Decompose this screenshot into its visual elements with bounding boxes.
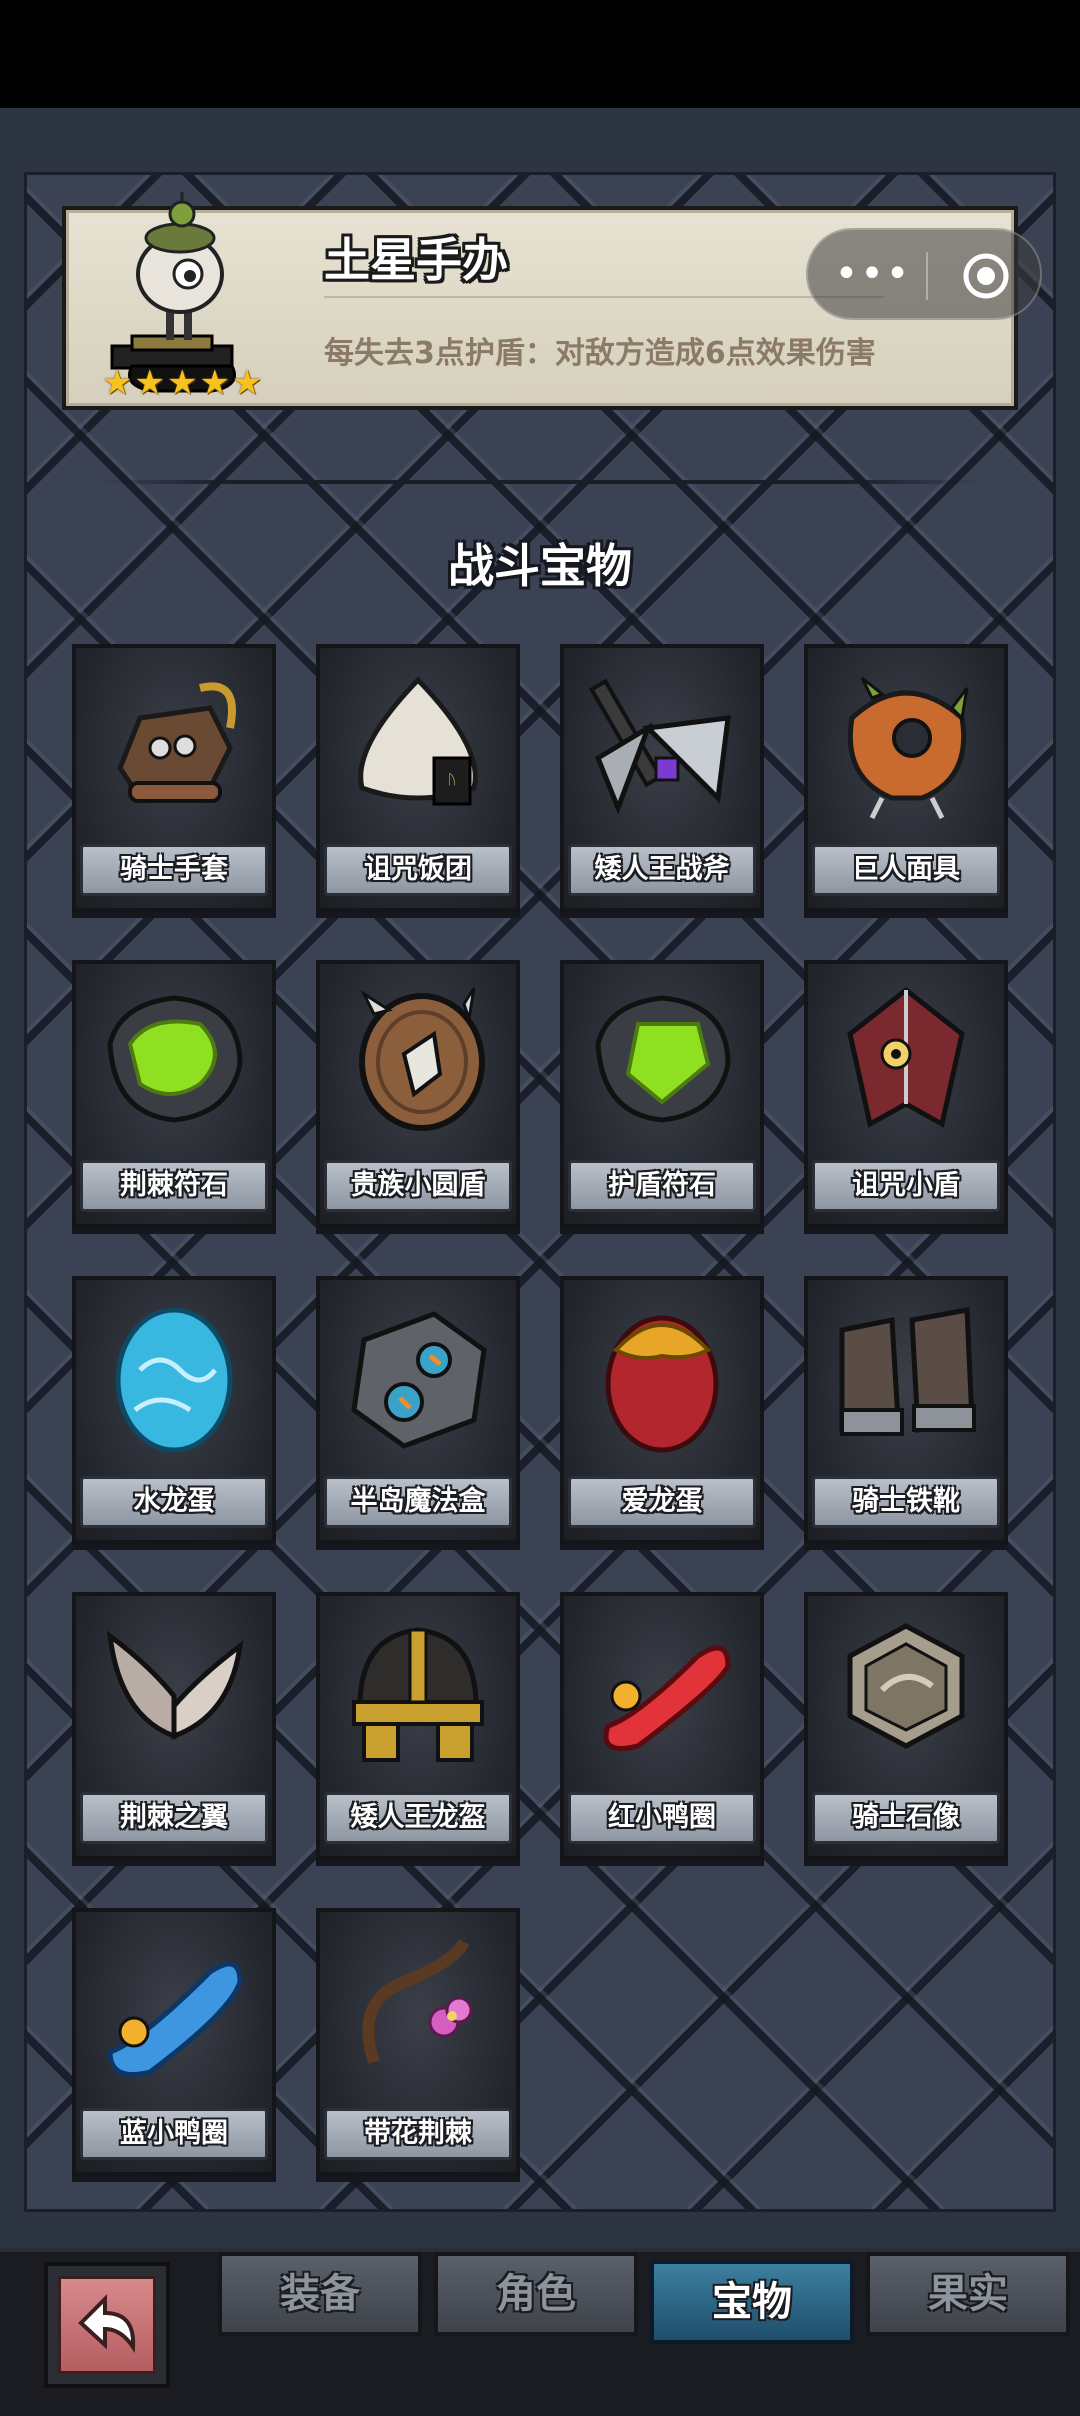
featured-item-name: 土星手办	[324, 233, 508, 287]
star-icon: ★	[166, 363, 198, 403]
featured-item-description: 每失去3点护盾：对敌方造成6点效果伤害	[324, 336, 876, 371]
item-label: 蓝小鸭圈	[80, 2108, 268, 2160]
red-duck-ring-icon	[603, 1645, 731, 1751]
item-label: 爱龙蛋	[568, 1476, 756, 1528]
treasure-item[interactable]: 红小鸭圈	[560, 1592, 764, 1860]
tab-fruits[interactable]: 果实	[866, 2252, 1070, 2336]
rice-ball-icon: ᚢ	[358, 676, 478, 806]
thorn-runestone-icon	[107, 995, 243, 1123]
treasure-item[interactable]: 带花荆棘	[316, 1908, 520, 2176]
love-dragon-egg-icon	[605, 1315, 719, 1453]
item-label: 矮人王战斧	[568, 844, 756, 896]
miniprogram-capsule: •••	[806, 228, 1042, 320]
status-bar	[0, 0, 1080, 108]
item-label: 诅咒小盾	[812, 1160, 1000, 1212]
treasure-item[interactable]: 骑士手套	[72, 644, 276, 912]
rating-stars: ★ ★ ★ ★ ★	[102, 366, 262, 400]
item-label: 骑士铁靴	[812, 1476, 1000, 1528]
treasure-item[interactable]: 诅咒小盾	[804, 960, 1008, 1228]
item-label: 水龙蛋	[80, 1476, 268, 1528]
treasure-item[interactable]: 荆棘符石	[72, 960, 276, 1228]
item-label: 诅咒饭团	[324, 844, 512, 896]
cursed-shield-icon	[847, 986, 965, 1128]
treasure-item[interactable]: 荆棘之翼	[72, 1592, 276, 1860]
star-icon: ★	[102, 363, 133, 403]
knight-statue-icon	[847, 1623, 965, 1749]
treasure-item[interactable]: ᚢ 诅咒饭团	[316, 644, 520, 912]
treasure-item[interactable]: 矮人王龙盔	[316, 1592, 520, 1860]
gauntlet-icon	[117, 682, 236, 803]
item-label: 贵族小圆盾	[324, 1160, 512, 1212]
back-arrow-icon	[58, 2276, 156, 2374]
tab-treasures[interactable]: 宝物	[650, 2260, 854, 2344]
star-icon: ★	[199, 363, 230, 403]
water-dragon-egg-icon	[115, 1307, 233, 1453]
star-icon: ★	[231, 363, 263, 403]
section-title: 战斗宝物	[448, 539, 632, 593]
iron-boots-icon	[839, 1307, 976, 1436]
back-button[interactable]	[44, 2262, 170, 2388]
section-divider	[100, 480, 980, 484]
battle-axe-icon	[588, 678, 731, 815]
flower-thorn-icon	[362, 1938, 473, 2064]
item-label: 护盾符石	[568, 1160, 756, 1212]
tab-equipment[interactable]: 装备	[218, 2252, 422, 2336]
dragon-helmet-icon	[352, 1627, 484, 1762]
star-icon: ★	[134, 363, 165, 403]
round-shield-icon	[359, 987, 485, 1131]
svg-text:ᚢ: ᚢ	[448, 772, 456, 788]
treasure-item[interactable]: 水龙蛋	[72, 1276, 276, 1544]
shield-runestone-icon	[595, 995, 731, 1123]
item-label: 骑士石像	[812, 1792, 1000, 1844]
treasure-item[interactable]: 护盾符石	[560, 960, 764, 1228]
item-label: 带花荆棘	[324, 2108, 512, 2160]
treasure-item[interactable]: 矮人王战斧	[560, 644, 764, 912]
treasure-item[interactable]: 贵族小圆盾	[316, 960, 520, 1228]
blue-duck-ring-icon	[107, 1961, 243, 2077]
treasure-item[interactable]: 爱龙蛋	[560, 1276, 764, 1544]
item-label: 红小鸭圈	[568, 1792, 756, 1844]
item-label: 荆棘符石	[80, 1160, 268, 1212]
item-label: 矮人王龙盔	[324, 1792, 512, 1844]
treasure-item[interactable]: 巨人面具	[804, 644, 1008, 912]
divider	[324, 296, 884, 298]
more-options-button[interactable]: •••	[832, 248, 914, 304]
item-label: 骑士手套	[80, 844, 268, 896]
return-arrow-icon	[78, 2294, 136, 2354]
thorn-wings-icon	[106, 1630, 244, 1740]
close-miniprogram-button[interactable]	[948, 248, 1024, 304]
treasure-item[interactable]: 半岛魔法盒	[316, 1276, 520, 1544]
treasure-item[interactable]: 骑士铁靴	[804, 1276, 1008, 1544]
treasure-item[interactable]: 骑士石像	[804, 1592, 1008, 1860]
capsule-divider	[926, 252, 928, 300]
giant-mask-icon	[847, 676, 969, 820]
item-label: 半岛魔法盒	[324, 1476, 512, 1528]
treasure-item[interactable]: 蓝小鸭圈	[72, 1908, 276, 2176]
tab-characters[interactable]: 角色	[434, 2252, 638, 2336]
item-label: 荆棘之翼	[80, 1792, 268, 1844]
item-label: 巨人面具	[812, 844, 1000, 896]
magic-box-icon	[351, 1311, 487, 1449]
